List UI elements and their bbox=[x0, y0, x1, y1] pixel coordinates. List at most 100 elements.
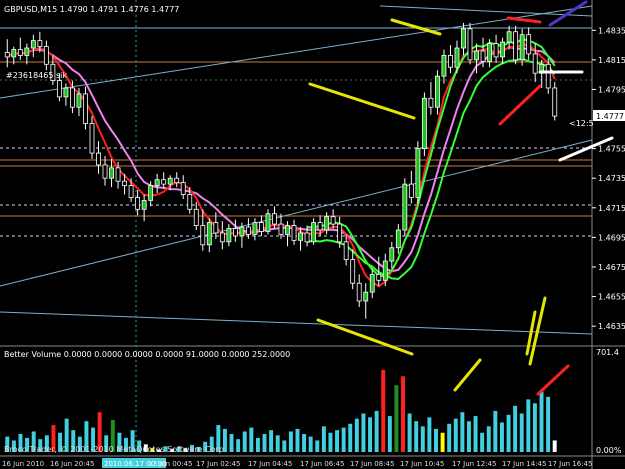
account-label: #23618465 sik bbox=[6, 71, 67, 80]
candle-body bbox=[37, 40, 43, 47]
candle bbox=[467, 22, 473, 65]
volume-bar bbox=[526, 399, 531, 452]
candle-body bbox=[467, 28, 473, 61]
candle-body bbox=[272, 213, 277, 225]
candle-body bbox=[17, 49, 23, 56]
candle bbox=[513, 25, 519, 65]
candle-body bbox=[232, 228, 238, 237]
volume-bar bbox=[506, 414, 511, 452]
price-tick-label: 1.4675 bbox=[598, 263, 625, 272]
candle-body bbox=[304, 232, 310, 243]
volume-bar bbox=[480, 432, 485, 452]
volume-bar bbox=[348, 423, 353, 452]
volume-bar bbox=[374, 410, 379, 452]
copyright-label: Broco Trader, © 2001-2010 MetaQuotes Sof… bbox=[4, 445, 226, 454]
time-tick-label: 16 Jun 20:45 bbox=[50, 460, 94, 468]
volume-bar bbox=[282, 440, 287, 452]
volume-bar bbox=[401, 376, 405, 452]
volume-bar bbox=[539, 391, 544, 452]
candle-body bbox=[213, 222, 219, 234]
candle-body bbox=[265, 213, 271, 232]
candle-body bbox=[206, 222, 212, 246]
volume-bar bbox=[440, 432, 445, 452]
candle-body bbox=[376, 273, 382, 281]
volume-axis-min: 0.00% bbox=[596, 446, 622, 455]
candle bbox=[519, 28, 525, 66]
current-price-label: 1.4777 bbox=[596, 112, 624, 121]
volume-bar bbox=[249, 427, 254, 452]
candle-body bbox=[11, 49, 17, 58]
volume-bar bbox=[420, 426, 425, 452]
time-tick-label: 17 Jun 04:45 bbox=[248, 460, 292, 468]
volume-bar bbox=[407, 413, 412, 452]
price-tick-label: 1.4815 bbox=[598, 56, 625, 65]
candle-body bbox=[474, 50, 479, 61]
candle-body bbox=[435, 75, 440, 108]
volume-bar bbox=[368, 417, 373, 452]
candle-body bbox=[109, 167, 114, 179]
volume-bar bbox=[328, 432, 333, 452]
candle-body bbox=[115, 167, 121, 182]
volume-bar bbox=[466, 421, 471, 452]
volume-axis-max: 701.4 bbox=[596, 348, 619, 357]
candle-body bbox=[122, 180, 127, 187]
volume-bar bbox=[460, 412, 465, 452]
arrow-label: <12:5 bbox=[569, 119, 594, 128]
candle-body bbox=[70, 87, 75, 108]
price-chart-canvas[interactable]: GBPUSD,M15 1.4790 1.4791 1.4776 1.4777 #… bbox=[0, 0, 625, 469]
candle-body bbox=[174, 177, 180, 184]
candle-body bbox=[395, 229, 401, 249]
volume-bar bbox=[236, 439, 241, 452]
volume-bar bbox=[354, 418, 359, 452]
volume-bar bbox=[447, 423, 452, 452]
candle-body bbox=[356, 282, 362, 302]
candle bbox=[402, 178, 408, 236]
volume-bar bbox=[427, 417, 432, 452]
time-tick-label: 17 Jun 16:45 bbox=[548, 460, 592, 468]
volume-bar bbox=[546, 396, 551, 452]
candle-body bbox=[252, 222, 258, 235]
candle-body bbox=[311, 222, 317, 243]
candle-body bbox=[180, 182, 186, 195]
price-tick-label: 1.4715 bbox=[598, 204, 625, 213]
volume-bar bbox=[381, 369, 386, 452]
candle-body bbox=[421, 97, 427, 150]
volume-bar bbox=[269, 430, 274, 452]
time-tick-label: 17 Jun 14:45 bbox=[502, 460, 546, 468]
candle-body bbox=[154, 179, 160, 187]
candle-body bbox=[317, 222, 323, 231]
candle-body bbox=[219, 232, 225, 243]
candle-body bbox=[448, 55, 453, 68]
price-tick-label: 1.4655 bbox=[598, 293, 625, 302]
candle-body bbox=[408, 183, 414, 198]
candle-body bbox=[24, 47, 30, 56]
volume-bar bbox=[335, 430, 340, 452]
candle-body bbox=[56, 80, 62, 98]
candle-body bbox=[506, 31, 512, 43]
volume-bar bbox=[262, 434, 267, 452]
candle-body bbox=[200, 225, 206, 246]
price-tick-label: 1.4755 bbox=[598, 145, 625, 154]
candle-body bbox=[291, 225, 297, 241]
volume-bar bbox=[302, 434, 307, 452]
candle-body bbox=[369, 273, 375, 293]
candle-body bbox=[226, 228, 232, 243]
volume-bar bbox=[394, 385, 399, 452]
candle-body bbox=[141, 200, 147, 210]
indicator-header: Better Volume 0.0000 0.0000 0.0000 0.000… bbox=[4, 350, 290, 359]
volume-bar bbox=[434, 428, 438, 452]
candle-body bbox=[532, 53, 538, 74]
candle-body bbox=[148, 185, 154, 201]
volume-bar bbox=[308, 436, 313, 452]
mt4-chart-window: GBPUSD,M15 1.4790 1.4791 1.4776 1.4777 #… bbox=[0, 0, 625, 469]
candle-body bbox=[461, 28, 466, 49]
volume-bar bbox=[341, 427, 346, 452]
candle-body bbox=[63, 87, 69, 98]
volume-bar bbox=[453, 418, 458, 452]
price-tick-label: 1.4735 bbox=[598, 174, 625, 183]
volume-bar bbox=[315, 440, 320, 452]
candle-body bbox=[487, 43, 492, 62]
volume-bar bbox=[519, 413, 524, 452]
candle-body bbox=[96, 152, 101, 166]
price-tick-label: 1.4635 bbox=[598, 322, 625, 331]
